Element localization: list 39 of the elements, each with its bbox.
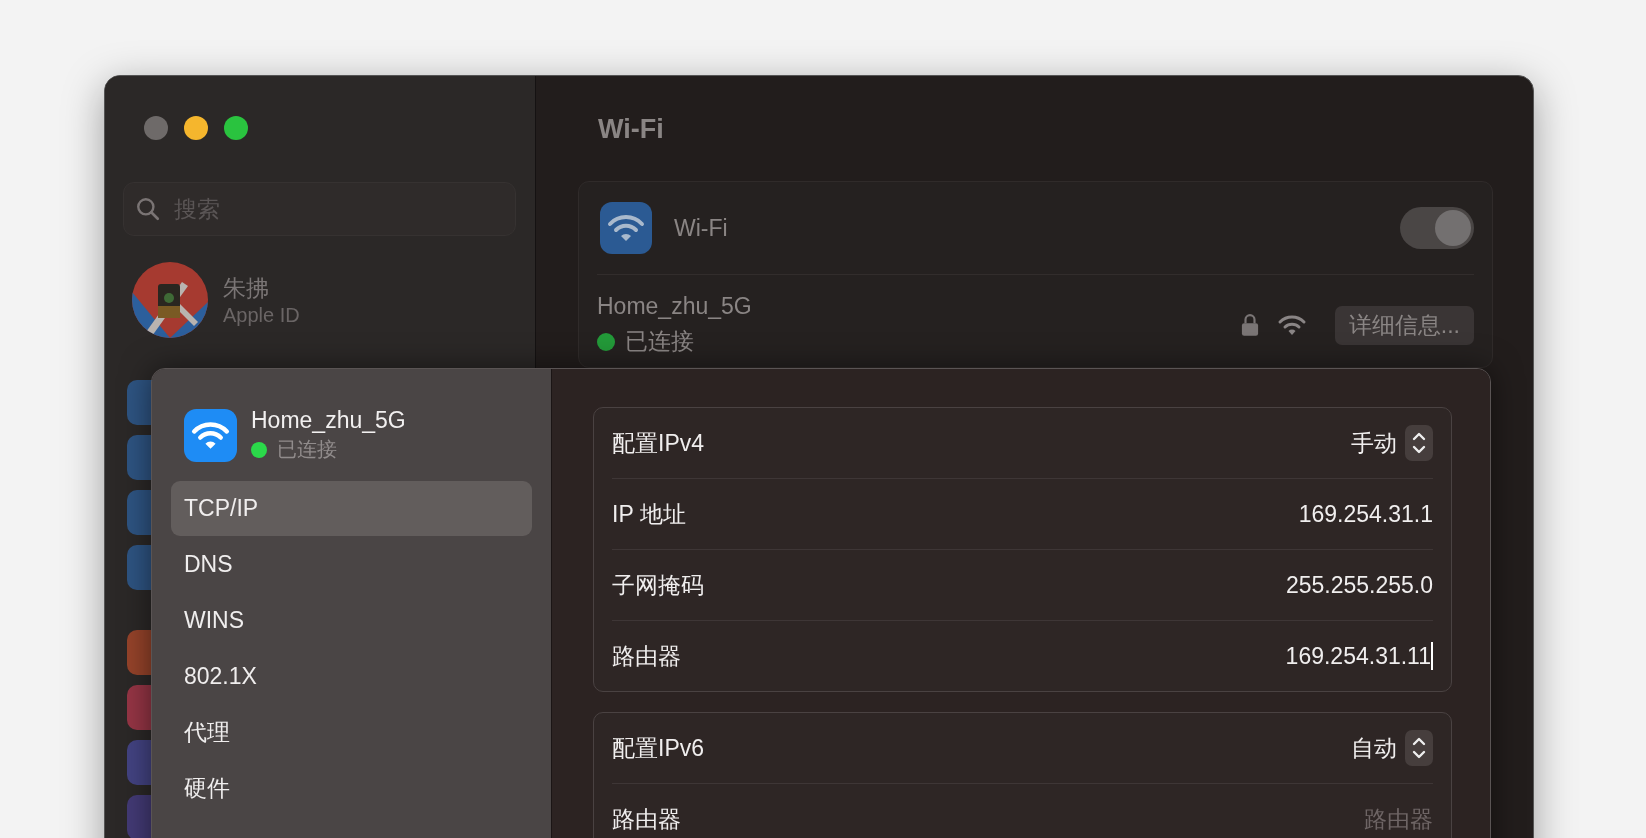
- row-label: 子网掩码: [612, 570, 704, 600]
- text-cursor: [1431, 642, 1433, 670]
- network-name: Home_zhu_5G: [251, 407, 406, 434]
- wifi-signal-icon: [1276, 314, 1307, 336]
- sidebar-tab[interactable]: 代理: [171, 705, 532, 760]
- account-name: 朱拂: [223, 274, 270, 303]
- wifi-toggle[interactable]: [1400, 207, 1474, 249]
- sidebar-tab[interactable]: 802.1X: [171, 649, 532, 704]
- wifi-label: Wi-Fi: [674, 214, 728, 242]
- network-status: 已连接: [277, 437, 337, 462]
- status-dot: [597, 332, 615, 351]
- row-label: 路由器: [612, 804, 681, 834]
- status-dot: [251, 441, 267, 458]
- account-subtitle: Apple ID: [223, 304, 300, 327]
- row-label: 配置IPv4: [612, 428, 705, 458]
- row-label: 路由器: [612, 641, 681, 671]
- page-title: Wi-Fi: [598, 113, 665, 146]
- popup-menu[interactable]: 手动: [1351, 425, 1433, 461]
- sidebar-tab[interactable]: 硬件: [171, 761, 532, 816]
- sidebar-tab[interactable]: TCP/IP: [171, 481, 532, 536]
- input-field[interactable]: 169.254.31.11: [1285, 642, 1433, 670]
- row-label: IP 地址: [612, 499, 686, 529]
- input-field[interactable]: 255.255.255.0: [1285, 571, 1433, 599]
- search-icon: [135, 196, 161, 222]
- close-button[interactable]: [144, 116, 168, 140]
- stepper-icon: [1405, 425, 1433, 461]
- minimize-button[interactable]: [184, 116, 208, 140]
- network-status: 已连接: [625, 327, 694, 356]
- network-name: Home_zhu_5G: [597, 293, 752, 320]
- input-field[interactable]: 169.254.31.1: [1298, 500, 1433, 528]
- wifi-icon: [184, 408, 237, 462]
- zoom-button[interactable]: [224, 116, 248, 140]
- row-label: 配置IPv6: [612, 733, 705, 763]
- sidebar-tab[interactable]: WINS: [171, 593, 532, 648]
- stepper-icon: [1405, 730, 1433, 766]
- sidebar-tab[interactable]: DNS: [171, 537, 532, 592]
- wifi-icon: [600, 202, 652, 254]
- popup-menu[interactable]: 自动: [1351, 730, 1433, 766]
- lock-icon: [1240, 313, 1259, 337]
